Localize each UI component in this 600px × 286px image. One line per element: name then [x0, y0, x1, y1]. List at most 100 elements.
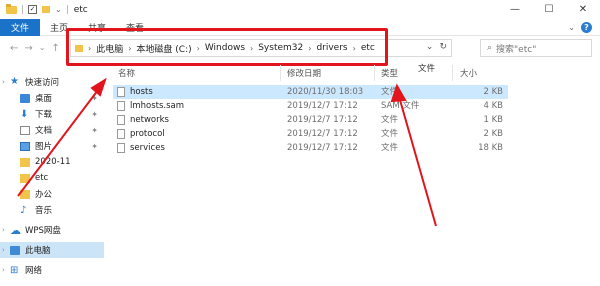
column-header-date[interactable]: 修改日期: [287, 65, 321, 81]
sidebar-item-label: 快速访问: [25, 78, 60, 88]
cloud-icon: ☁: [10, 223, 21, 237]
sidebar-item-downloads[interactable]: ⬇ 下载 ✦: [0, 106, 104, 122]
file-type: SAM 文件: [381, 101, 420, 111]
network-icon: ⊞: [10, 264, 19, 276]
file-icon: [117, 115, 125, 125]
up-arrow-icon[interactable]: ↑: [51, 43, 59, 54]
sidebar-item-label: etc: [35, 173, 49, 183]
sidebar-item-this-pc[interactable]: › 此电脑: [0, 242, 104, 258]
sidebar-item-wps-cloud[interactable]: › ☁ WPS网盘: [0, 222, 104, 238]
file-name: lmhosts.sam: [130, 101, 185, 111]
divider: [66, 5, 68, 14]
expand-chevron-icon[interactable]: ›: [2, 246, 5, 254]
search-input[interactable]: ⌕ 搜索"etc": [480, 39, 592, 57]
sidebar-item-label: 文档: [35, 126, 53, 136]
title-bar: ✓ ⌄ etc — ☐ ✕: [0, 0, 600, 19]
file-icon: [117, 143, 125, 153]
sidebar-item-music[interactable]: ♪ 音乐: [0, 202, 104, 218]
file-size: 1 KB: [483, 115, 503, 125]
back-arrow-icon[interactable]: ←: [10, 43, 18, 54]
desktop-icon: [20, 93, 30, 103]
file-type: 文件: [381, 143, 399, 153]
recent-locations-chevron-icon[interactable]: ⌄: [39, 43, 46, 54]
annotation-highlight-box: [66, 28, 388, 66]
sidebar-item-network[interactable]: › ⊞ 网络: [0, 262, 104, 278]
help-icon[interactable]: ?: [581, 22, 592, 33]
music-icon: ♪: [20, 204, 27, 216]
document-icon: [20, 125, 30, 135]
pin-icon[interactable]: ✦: [91, 110, 98, 119]
star-icon: ★: [10, 76, 19, 87]
column-header-size[interactable]: 大小: [460, 65, 477, 81]
column-divider[interactable]: [374, 65, 375, 81]
file-type: 文件: [381, 87, 399, 97]
tab-file[interactable]: 文件: [0, 18, 41, 36]
file-icon: [117, 87, 125, 97]
new-folder-icon[interactable]: [42, 6, 50, 13]
sidebar-item-etc[interactable]: etc: [0, 170, 104, 186]
computer-icon: [10, 245, 20, 255]
sidebar-item-label: 音乐: [35, 206, 53, 216]
file-date: 2019/12/7 17:12: [287, 143, 358, 153]
folder-icon: [20, 173, 30, 183]
pictures-icon: [20, 141, 30, 151]
minimize-button[interactable]: —: [498, 0, 532, 19]
folder-icon: [6, 3, 17, 14]
pin-icon[interactable]: ✦: [91, 126, 98, 135]
file-row-networks[interactable]: networks 2019/12/7 17:12 文件 1 KB: [113, 113, 508, 127]
sidebar-item-label: 网络: [25, 266, 43, 276]
download-icon: ⬇: [20, 108, 29, 120]
sidebar-item-label: WPS网盘: [25, 226, 61, 236]
sidebar-item-label: 此电脑: [25, 246, 51, 256]
properties-check-icon[interactable]: ✓: [28, 5, 37, 14]
window-title: etc: [73, 4, 88, 15]
sidebar-item-label: 2020-11: [35, 157, 71, 167]
customize-toolbar-chevron-icon[interactable]: ⌄: [55, 5, 62, 14]
expand-ribbon-chevron-icon[interactable]: ⌄: [568, 23, 575, 32]
sidebar-item-label: 办公: [35, 190, 53, 200]
sidebar-item-pictures[interactable]: 图片 ✦: [0, 138, 104, 154]
column-header-name[interactable]: 名称: [118, 65, 135, 81]
file-type: 文件: [381, 115, 399, 125]
file-type: 文件: [381, 129, 399, 139]
file-name: hosts: [130, 87, 153, 97]
file-icon: [117, 129, 125, 139]
file-date: 2020/11/30 18:03: [287, 87, 364, 97]
pin-icon[interactable]: ✦: [91, 142, 98, 151]
search-icon: ⌕: [487, 43, 493, 53]
refresh-icon[interactable]: ↻: [439, 42, 447, 52]
folder-icon: [20, 189, 30, 199]
column-divider[interactable]: [452, 65, 453, 81]
file-name: protocol: [130, 129, 165, 139]
file-date: 2019/12/7 17:12: [287, 115, 358, 125]
expand-chevron-icon[interactable]: ›: [2, 78, 5, 86]
file-size: 2 KB: [483, 129, 503, 139]
file-date: 2019/12/7 17:12: [287, 129, 358, 139]
address-dropdown-chevron-icon[interactable]: ⌄: [426, 42, 434, 52]
sidebar-item-office[interactable]: 办公: [0, 186, 104, 202]
sidebar-item-label: 桌面: [35, 94, 53, 104]
expand-chevron-icon[interactable]: ›: [2, 226, 5, 234]
file-name: networks: [130, 115, 169, 125]
forward-arrow-icon[interactable]: →: [24, 43, 32, 54]
file-row-services[interactable]: services 2019/12/7 17:12 文件 18 KB: [113, 141, 508, 155]
close-button[interactable]: ✕: [566, 0, 600, 19]
column-divider[interactable]: [280, 65, 281, 81]
column-header-type[interactable]: 类型: [381, 65, 398, 81]
maximize-button[interactable]: ☐: [532, 0, 566, 19]
search-placeholder: 搜索"etc": [496, 44, 537, 55]
pin-icon[interactable]: ✦: [91, 94, 98, 103]
file-row-protocol[interactable]: protocol 2019/12/7 17:12 文件 2 KB: [113, 127, 508, 141]
file-row-hosts[interactable]: hosts 2020/11/30 18:03 文件 2 KB: [113, 85, 508, 99]
sidebar-item-desktop[interactable]: 桌面 ✦: [0, 90, 104, 106]
sidebar-item-quick-access[interactable]: › ★ 快速访问: [0, 74, 104, 90]
sidebar-item-2020-11[interactable]: 2020-11: [0, 154, 104, 170]
navigation-pane: › ★ 快速访问 桌面 ✦ ⬇ 下载 ✦ 文档 ✦ 图片 ✦ 2020-11 e…: [0, 74, 104, 286]
expand-chevron-icon[interactable]: ›: [2, 266, 5, 274]
file-row-lmhosts[interactable]: lmhosts.sam 2019/12/7 17:12 SAM 文件 4 KB: [113, 99, 508, 113]
file-size: 2 KB: [483, 87, 503, 97]
file-icon: [117, 101, 125, 111]
file-date: 2019/12/7 17:12: [287, 101, 358, 111]
sidebar-item-documents[interactable]: 文档 ✦: [0, 122, 104, 138]
divider: [22, 5, 23, 14]
